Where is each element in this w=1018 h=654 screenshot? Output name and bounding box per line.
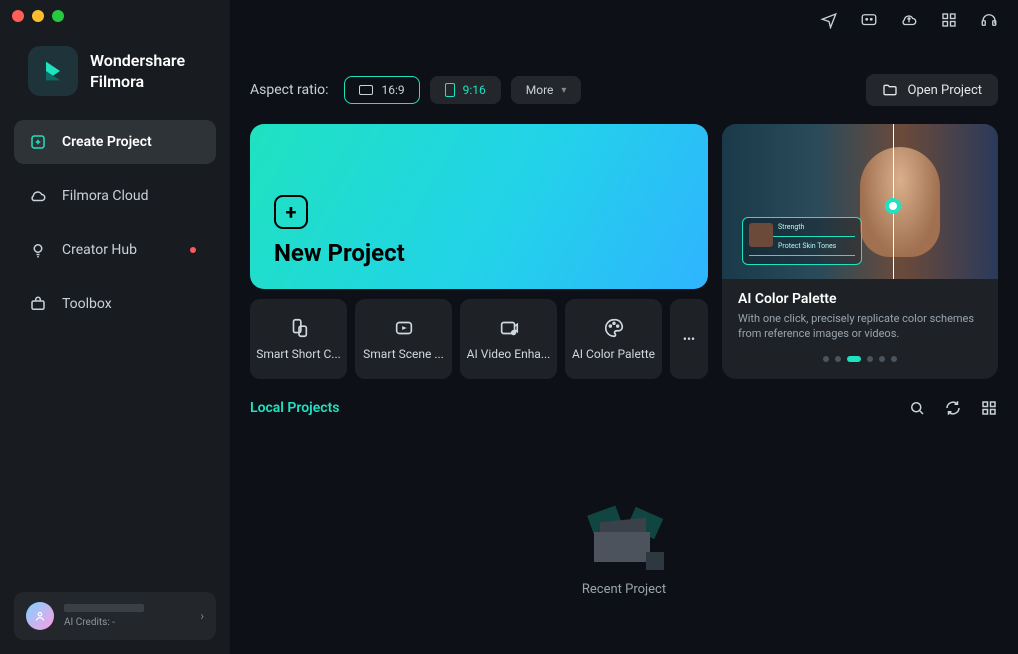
close-window-icon[interactable]	[12, 10, 24, 22]
aspect-chip-more[interactable]: More ▾	[511, 76, 582, 104]
topbar	[230, 0, 1018, 34]
more-label: More	[526, 83, 554, 97]
send-icon[interactable]	[820, 11, 838, 29]
notification-badge	[190, 247, 196, 253]
aspect-chip-16-9[interactable]: 16:9	[344, 76, 419, 104]
tool-label: AI Video Enha...	[464, 347, 553, 361]
tool-ai-video-enhance[interactable]: AI Video Enha...	[460, 299, 557, 379]
sidebar-item-toolbox[interactable]: Toolbox	[14, 282, 216, 326]
scene-cut-icon	[393, 317, 415, 339]
maximize-window-icon[interactable]	[52, 10, 64, 22]
tool-label: AI Color Palette	[569, 347, 658, 361]
plus-square-icon	[28, 132, 48, 152]
empty-state: Recent Project	[230, 425, 1018, 654]
cloud-icon	[28, 186, 48, 206]
tool-label: Smart Scene ...	[359, 347, 448, 361]
landscape-icon	[359, 85, 373, 95]
toolbox-icon	[28, 294, 48, 314]
tool-ai-color-palette[interactable]: AI Color Palette	[565, 299, 662, 379]
filmora-logo-icon	[28, 46, 78, 96]
brand-line2: Filmora	[90, 72, 185, 91]
compare-slider-icon	[885, 198, 901, 214]
sidebar-item-filmora-cloud[interactable]: Filmora Cloud	[14, 174, 216, 218]
chevron-down-icon: ▾	[561, 85, 566, 96]
cloud-upload-icon[interactable]	[900, 11, 918, 29]
tool-more-button[interactable]: •••	[670, 299, 708, 379]
sidebar-item-creator-hub[interactable]: Creator Hub	[14, 228, 216, 272]
chevron-right-icon: ›	[200, 609, 204, 623]
feature-overlay: Strength Protect Skin Tones	[742, 217, 862, 265]
tool-smart-short-clips[interactable]: Smart Short C...	[250, 299, 347, 379]
recent-project-label: Recent Project	[582, 582, 666, 597]
ellipsis-icon: •••	[683, 332, 695, 346]
ai-credits-label: AI Credits: -	[64, 617, 144, 628]
sidebar-item-label: Filmora Cloud	[62, 188, 148, 204]
open-project-label: Open Project	[908, 83, 983, 98]
aspect-text: 16:9	[381, 83, 404, 97]
tool-smart-scene[interactable]: Smart Scene ...	[355, 299, 452, 379]
window-controls	[0, 0, 230, 32]
empty-box-icon	[590, 510, 658, 568]
sidebar-nav: Create Project Filmora Cloud Creator Hub	[0, 120, 230, 326]
avatar	[26, 602, 54, 630]
sidebar-item-label: Create Project	[62, 134, 152, 150]
message-icon[interactable]	[860, 11, 878, 29]
aspect-chip-9-16[interactable]: 9:16	[430, 76, 501, 104]
username-placeholder	[64, 604, 144, 612]
palette-icon	[603, 317, 625, 339]
grid-view-icon[interactable]	[980, 399, 998, 417]
apps-grid-icon[interactable]	[940, 11, 958, 29]
open-project-button[interactable]: Open Project	[866, 74, 999, 106]
phone-clip-icon	[288, 317, 310, 339]
brand-line1: Wondershare	[90, 51, 185, 70]
sidebar-item-create-project[interactable]: Create Project	[14, 120, 216, 164]
aspect-ratio-label: Aspect ratio:	[250, 82, 328, 98]
new-project-button[interactable]: + New Project	[250, 124, 708, 289]
plus-icon: +	[274, 195, 308, 229]
aspect-text: 9:16	[463, 83, 486, 97]
headset-icon[interactable]	[980, 11, 998, 29]
main-area: Aspect ratio: 16:9 9:16 More ▾ Open Proj…	[230, 0, 1018, 654]
sidebar-item-label: Toolbox	[62, 296, 112, 312]
tool-label: Smart Short C...	[254, 347, 343, 361]
feature-card[interactable]: Strength Protect Skin Tones AI Color Pal…	[722, 124, 998, 379]
minimize-window-icon[interactable]	[32, 10, 44, 22]
portrait-icon	[445, 83, 455, 97]
sidebar: Wondershare Filmora Create Project Filmo…	[0, 0, 230, 654]
refresh-icon[interactable]	[944, 399, 962, 417]
lightbulb-icon	[28, 240, 48, 260]
local-projects-tab[interactable]: Local Projects	[250, 400, 340, 416]
folder-icon	[882, 82, 898, 98]
brand: Wondershare Filmora	[0, 32, 230, 120]
aspect-ratio-row: Aspect ratio: 16:9 9:16 More ▾ Open Proj…	[230, 34, 1018, 124]
feature-pager[interactable]	[722, 352, 998, 372]
search-icon[interactable]	[908, 399, 926, 417]
feature-image: Strength Protect Skin Tones	[722, 124, 998, 279]
video-enhance-icon	[498, 317, 520, 339]
feature-title: AI Color Palette	[738, 291, 982, 307]
sidebar-item-label: Creator Hub	[62, 242, 137, 258]
new-project-label: New Project	[274, 239, 684, 267]
user-card[interactable]: AI Credits: - ›	[14, 592, 216, 640]
tool-shortcuts: Smart Short C... Smart Scene ... AI Vide…	[250, 299, 708, 379]
feature-desc: With one click, precisely replicate colo…	[738, 311, 982, 342]
